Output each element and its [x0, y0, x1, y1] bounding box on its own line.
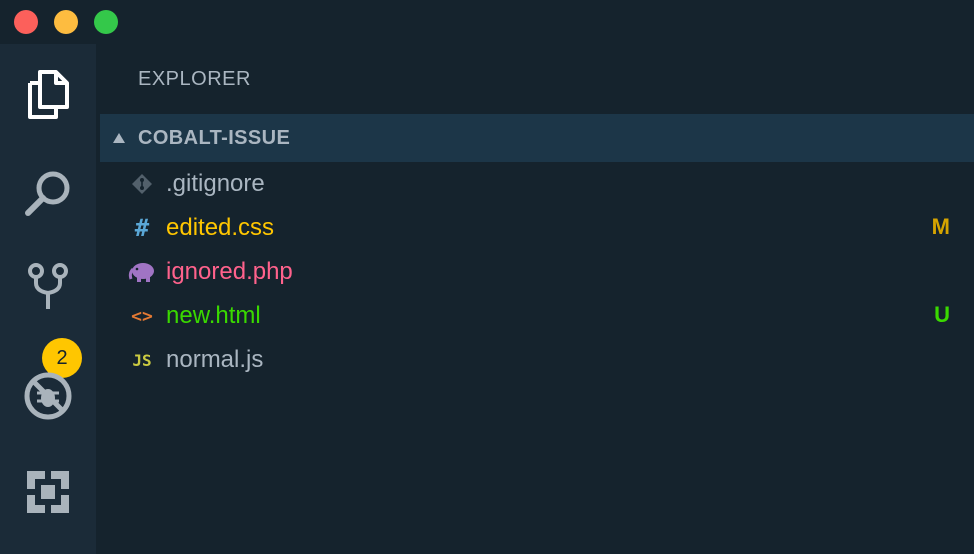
activity-search[interactable] — [0, 150, 96, 238]
file-name: new.html — [166, 302, 261, 329]
explorer-title: EXPLORER — [138, 68, 251, 90]
files-icon — [26, 69, 70, 119]
workspace-section-header[interactable]: COBALT-ISSUE — [100, 114, 974, 162]
file-status-modified: M — [931, 214, 950, 239]
activity-source-control[interactable] — [0, 242, 96, 330]
explorer-sidebar: EXPLORER COBALT-ISSUE .gitignore # edite… — [100, 44, 974, 554]
file-name: edited.css — [166, 214, 275, 241]
extensions-icon — [25, 469, 71, 515]
title-bar — [0, 0, 974, 44]
activity-extensions[interactable] — [0, 448, 96, 536]
js-icon: JS — [132, 350, 152, 370]
file-row-new-html[interactable]: <> new.html U — [100, 294, 974, 338]
file-name: .gitignore — [166, 170, 265, 197]
file-row-gitignore[interactable]: .gitignore — [100, 162, 974, 206]
activity-explorer[interactable] — [0, 50, 96, 138]
file-row-ignored-php[interactable]: ignored.php — [100, 250, 974, 294]
file-name: ignored.php — [166, 258, 293, 285]
editor-window: 2 EXPLORER COBALT-ISSUE .gitignore # edi… — [0, 0, 974, 554]
zoom-window-button[interactable] — [94, 10, 118, 34]
file-status-untracked: U — [934, 302, 950, 327]
git-icon — [128, 170, 156, 198]
hash-icon: # — [134, 214, 150, 242]
search-icon — [23, 169, 73, 219]
activity-debug[interactable] — [0, 352, 96, 440]
debug-icon — [23, 371, 73, 421]
file-row-normal-js[interactable]: JS normal.js — [100, 338, 974, 382]
source-control-icon — [26, 261, 70, 311]
file-row-edited-css[interactable]: # edited.css M — [100, 206, 974, 250]
php-elephant-icon — [128, 258, 156, 286]
expand-arrow-icon[interactable] — [113, 133, 125, 143]
minimize-window-button[interactable] — [54, 10, 78, 34]
html-brackets-icon: <> — [131, 305, 153, 327]
workspace-folder-title: COBALT-ISSUE — [138, 127, 291, 149]
close-window-button[interactable] — [14, 10, 38, 34]
activity-bar: 2 — [0, 44, 96, 554]
file-name: normal.js — [166, 346, 264, 373]
